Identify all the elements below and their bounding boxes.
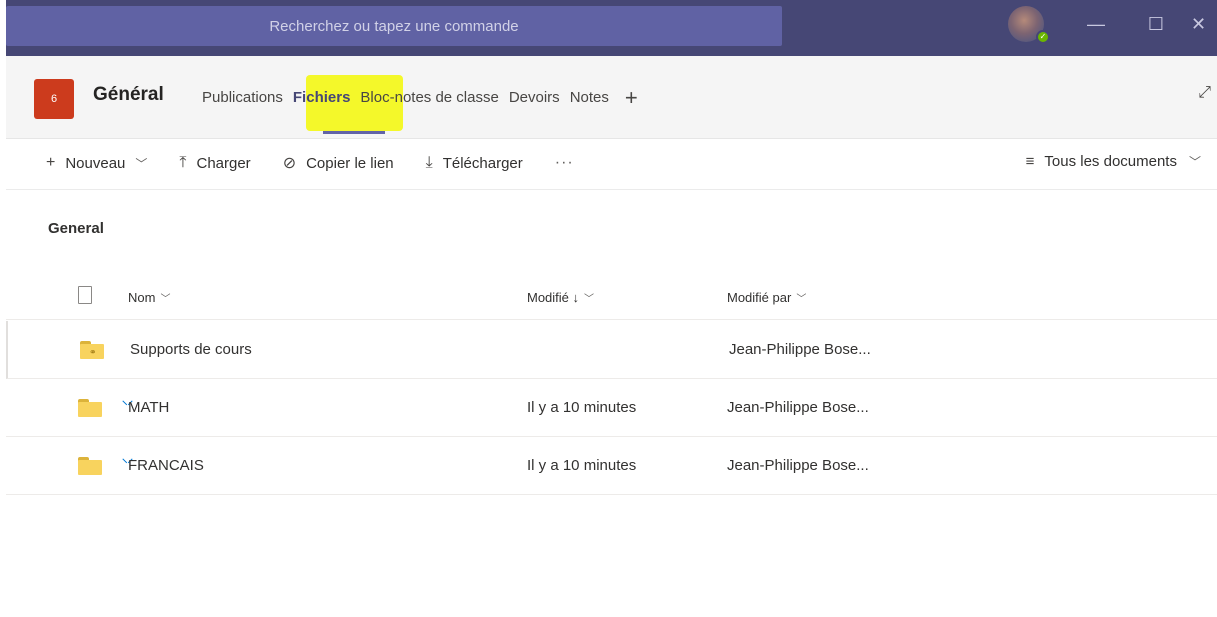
table-header: Nom ﹀ Modifié ↓ ﹀ Modifié par ﹀ [6,273,1217,320]
files-content: General Nom ﹀ Modifié ↓ ﹀ Modifié par ﹀ … [6,190,1217,617]
download-label: Télécharger [442,154,523,172]
tab-fichiers[interactable]: Fichiers [293,89,351,106]
file-modified-by: Jean-Philippe Bose... [729,341,871,358]
search-placeholder: Recherchez ou tapez une commande [269,17,519,35]
table-row[interactable]: ⸜⸝ MATH Il y a 10 minutes Jean-Philippe … [6,379,1217,437]
new-label: Nouveau [65,154,126,172]
file-name[interactable]: Supports de cours [130,341,252,358]
file-modified-by: Jean-Philippe Bose... [727,457,869,474]
copy-link-button[interactable]: ⊘ Copier le lien [283,153,394,173]
tab-notes[interactable]: Notes [570,89,609,106]
upload-label: Charger [196,154,251,172]
linked-folder-icon: ⚭ [80,341,104,359]
list-view-icon: ≡ [1025,153,1035,170]
command-bar: + Nouveau ﹀ ⤒ Charger ⊘ Copier le lien ⤓… [6,138,1217,190]
active-tab-underline [323,131,385,134]
tab-bar: Publications Fichiers Bloc-notes de clas… [202,87,638,109]
column-modified-by[interactable]: Modifié par ﹀ [727,290,806,305]
chevron-down-icon: ﹀ [135,156,148,171]
tab-publications[interactable]: Publications [202,89,283,106]
title-bar: Recherchez ou tapez une commande ✓ — ☐ ✕ [6,0,1217,56]
add-tab-icon[interactable]: + [625,87,638,109]
plus-icon: + [46,154,56,171]
folder-icon [78,457,102,475]
file-modified: Il y a 10 minutes [527,457,637,474]
team-badge-label: 6 [50,93,58,105]
tab-bloc-notes[interactable]: Bloc-notes de classe [360,89,498,106]
maximize-icon: ☐ [1147,13,1165,34]
file-name[interactable]: FRANCAIS [128,457,204,474]
close-icon: ✕ [1191,13,1207,34]
chevron-down-icon: ﹀ [796,294,807,305]
download-icon: ⤓ [425,154,433,171]
more-options-icon[interactable]: ··· [555,154,574,172]
file-name[interactable]: MATH [128,399,169,416]
table-row[interactable]: ⚭ Supports de cours Jean-Philippe Bose..… [6,321,1217,379]
chevron-down-icon: ﹀ [1188,155,1201,169]
view-selector[interactable]: ≡ Tous les documents ﹀ [1026,153,1201,170]
file-type-icon[interactable] [78,286,92,304]
channel-title: Général [93,84,164,105]
chevron-down-icon: ﹀ [160,294,171,305]
column-name-label: Nom [128,290,156,305]
view-label: Tous les documents [1044,153,1177,170]
new-button[interactable]: + Nouveau ﹀ [46,154,147,172]
column-modified[interactable]: Modifié ↓ ﹀ [527,290,594,305]
link-icon: ⊘ [282,155,297,172]
close-button[interactable]: ✕ [1191,8,1217,40]
column-modified-label: Modifié ↓ [527,290,580,305]
file-modified-by: Jean-Philippe Bose... [727,399,869,416]
download-button[interactable]: ⤓ Télécharger [426,154,523,172]
chevron-down-icon: ﹀ [584,294,595,305]
column-name[interactable]: Nom ﹀ [128,290,170,305]
column-modified-by-label: Modifié par [727,290,792,305]
copy-link-label: Copier le lien [306,154,394,172]
minimize-button[interactable]: — [1076,8,1116,40]
presence-available-icon: ✓ [1036,30,1050,44]
folder-title: General [48,220,104,237]
upload-icon: ⤒ [179,154,187,171]
table-row[interactable]: ⸜⸝ FRANCAIS Il y a 10 minutes Jean-Phili… [6,437,1217,495]
file-modified: Il y a 10 minutes [527,399,637,416]
team-badge[interactable]: 6 [34,79,74,119]
expand-icon[interactable]: ⤢ [1198,84,1211,102]
search-box[interactable]: Recherchez ou tapez une commande [6,6,782,46]
upload-button[interactable]: ⤒ Charger [179,154,250,172]
channel-header: 6 Général Publications Fichiers Bloc-not… [6,56,1217,138]
tab-devoirs[interactable]: Devoirs [509,89,560,106]
minimize-icon: — [1087,13,1105,34]
maximize-button[interactable]: ☐ [1136,8,1176,40]
folder-icon [78,399,102,417]
